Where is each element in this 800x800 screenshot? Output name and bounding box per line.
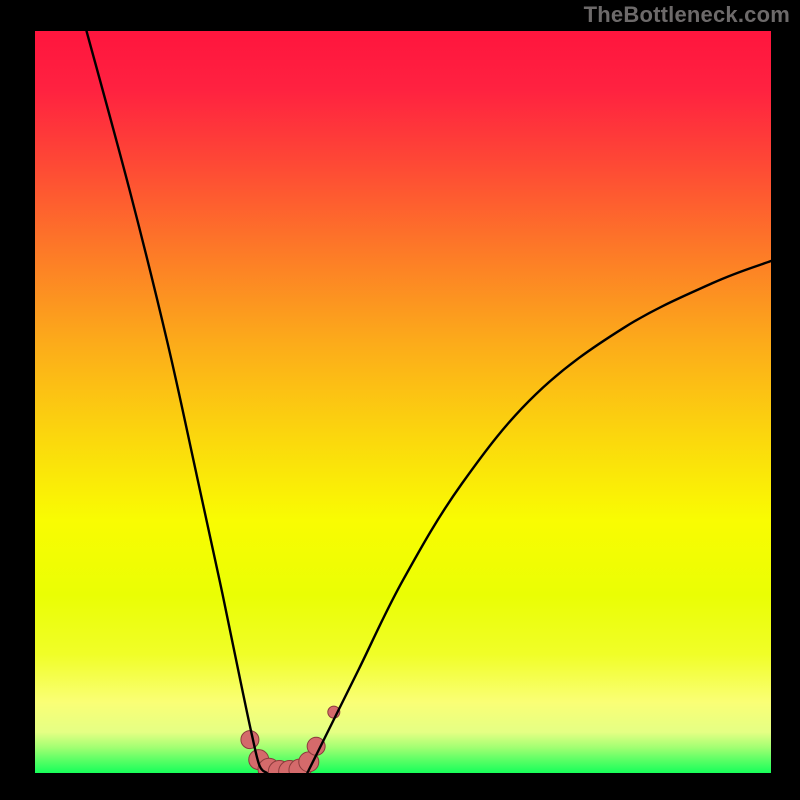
- curve-right-curve: [307, 261, 771, 773]
- plot-svg: [35, 31, 771, 773]
- chart-container: TheBottleneck.com: [0, 0, 800, 800]
- curve-left-curve: [87, 31, 267, 773]
- plot-area: [35, 31, 771, 773]
- marker-point: [241, 731, 259, 749]
- credit-text: TheBottleneck.com: [584, 2, 790, 28]
